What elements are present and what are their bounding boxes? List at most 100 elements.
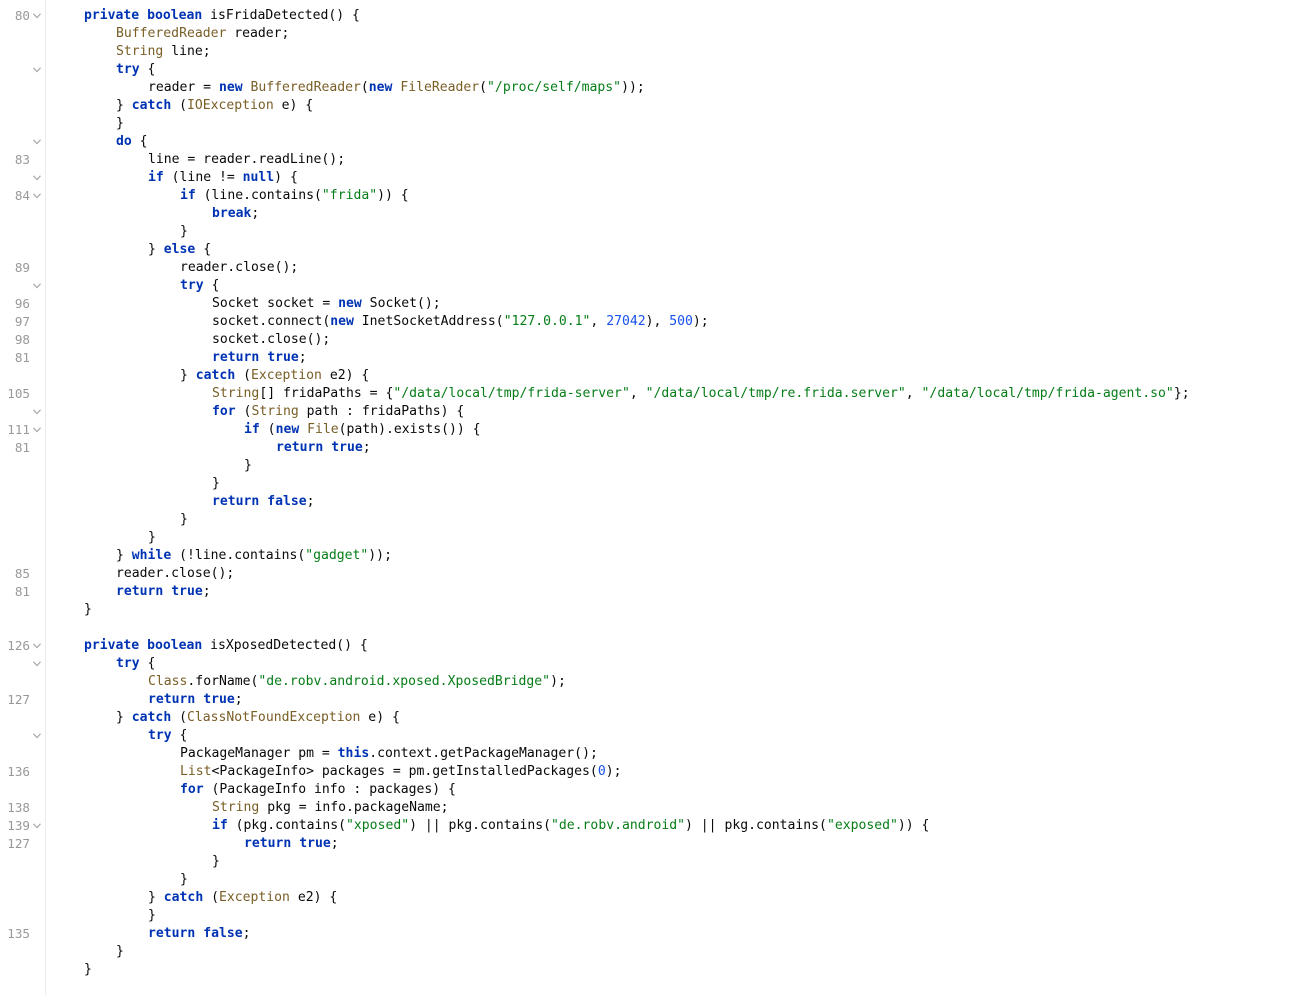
code-line[interactable]: 81 return true; [0, 583, 1290, 601]
code-text: ( [171, 710, 187, 725]
code-line[interactable]: for (String path : fridaPaths) { [0, 403, 1290, 421]
code-line[interactable] [0, 619, 1290, 637]
code-line[interactable]: 81 return true; [0, 349, 1290, 367]
code-line[interactable]: 84 if (line.contains("frida")) { [0, 187, 1290, 205]
keyword-token: if [212, 818, 228, 833]
code-line[interactable]: } [0, 529, 1290, 547]
code-line[interactable]: 139 if (pkg.contains("xposed") || pkg.con… [0, 817, 1290, 835]
code-line[interactable]: } [0, 853, 1290, 871]
code-line[interactable]: } [0, 961, 1290, 979]
code-line[interactable]: try { [0, 655, 1290, 673]
code-line[interactable]: 111 if (new File(path).exists()) { [0, 421, 1290, 439]
code-line[interactable]: do { [0, 133, 1290, 151]
code-line[interactable]: } [0, 907, 1290, 925]
code-line[interactable]: 127 return true; [0, 835, 1290, 853]
keyword-token: new [330, 314, 354, 329]
code-line[interactable]: 80 private boolean isFridaDetected() { [0, 7, 1290, 25]
string-literal: "/data/local/tmp/frida-agent.so" [921, 386, 1174, 401]
code-line[interactable]: } catch (Exception e2) { [0, 367, 1290, 385]
keyword-token: new [338, 296, 362, 311]
code-line[interactable]: 83 line = reader.readLine(); [0, 151, 1290, 169]
code-line[interactable]: 127 return true; [0, 691, 1290, 709]
code-line[interactable]: 85 reader.close(); [0, 565, 1290, 583]
string-literal: "frida" [321, 188, 378, 203]
code-content: Class.forName("de.robv.android.xposed.Xp… [148, 673, 566, 691]
code-text: )); [621, 80, 645, 95]
fold-chevron-icon[interactable] [32, 421, 42, 439]
fold-chevron-icon[interactable] [32, 61, 42, 79]
fold-chevron-icon[interactable] [32, 817, 42, 835]
code-line[interactable]: } [0, 871, 1290, 889]
code-line[interactable]: 89 reader.close(); [0, 259, 1290, 277]
code-line[interactable]: } [0, 475, 1290, 493]
fold-chevron-icon[interactable] [32, 187, 42, 205]
code-line[interactable]: 105 String[] fridaPaths = {"/data/local/t… [0, 385, 1290, 403]
code-line[interactable]: } while (!line.contains("gadget")); [0, 547, 1290, 565]
code-text: line; [163, 44, 211, 59]
fold-chevron-icon[interactable] [32, 277, 42, 295]
line-number: 127 [7, 836, 30, 851]
code-line[interactable]: 97 socket.connect(new InetSocketAddress("… [0, 313, 1290, 331]
type-token: BufferedReader [116, 26, 227, 41]
code-line[interactable]: PackageManager pm = this.context.getPack… [0, 745, 1290, 763]
fold-chevron-icon[interactable] [32, 169, 42, 187]
code-line[interactable]: Class.forName("de.robv.android.xposed.Xp… [0, 673, 1290, 691]
code-line[interactable]: 136 List<PackageInfo> packages = pm.getIn… [0, 763, 1290, 781]
type-token: File [307, 422, 339, 437]
fold-chevron-icon[interactable] [32, 727, 42, 745]
code-line[interactable]: if (line != null) { [0, 169, 1290, 187]
code-line[interactable]: } catch (ClassNotFoundException e) { [0, 709, 1290, 727]
code-content: private boolean isXposedDetected() { [84, 637, 368, 655]
code-line[interactable]: } catch (IOException e) { [0, 97, 1290, 115]
fold-chevron-icon[interactable] [32, 637, 42, 655]
code-text: } [212, 476, 220, 491]
code-line[interactable]: return false; [0, 493, 1290, 511]
fold-chevron-icon[interactable] [32, 403, 42, 421]
code-line[interactable]: break; [0, 205, 1290, 223]
code-line[interactable]: BufferedReader reader; [0, 25, 1290, 43]
code-line[interactable]: reader = new BufferedReader(new FileRead… [0, 79, 1290, 97]
code-line[interactable]: 81 return true; [0, 439, 1290, 457]
code-line[interactable]: } catch (Exception e2) { [0, 889, 1290, 907]
code-line[interactable]: 96 Socket socket = new Socket(); [0, 295, 1290, 313]
code-line[interactable]: 138 String pkg = info.packageName; [0, 799, 1290, 817]
code-editor[interactable]: 80 private boolean isFridaDetected() {Buf… [0, 7, 1290, 979]
code-text: ) { [274, 170, 298, 185]
fold-chevron-icon[interactable] [32, 133, 42, 151]
code-line[interactable]: } [0, 223, 1290, 241]
code-line[interactable]: } [0, 115, 1290, 133]
code-text: e) { [273, 98, 314, 113]
keyword-token: break [212, 206, 252, 221]
code-content: BufferedReader reader; [116, 25, 289, 43]
code-line[interactable]: 135 return false; [0, 925, 1290, 943]
code-line[interactable]: for (PackageInfo info : packages) { [0, 781, 1290, 799]
string-literal: "xposed" [346, 818, 410, 833]
code-text: } [244, 458, 252, 473]
code-line[interactable]: } [0, 943, 1290, 961]
type-token: String [212, 386, 260, 401]
code-text: InetSocketAddress( [353, 314, 504, 329]
code-line[interactable]: } else { [0, 241, 1290, 259]
number-literal: 500 [669, 314, 693, 329]
code-line[interactable]: } [0, 457, 1290, 475]
line-number: 138 [7, 800, 30, 815]
code-line[interactable]: } [0, 511, 1290, 529]
string-literal: "de.robv.android.xposed.XposedBridge" [258, 674, 551, 689]
code-line[interactable]: try { [0, 277, 1290, 295]
code-line[interactable]: 126 private boolean isXposedDetected() { [0, 637, 1290, 655]
code-line[interactable]: try { [0, 61, 1290, 79]
code-text: { [131, 134, 148, 149]
fold-chevron-icon[interactable] [32, 7, 42, 25]
code-text: ( [235, 404, 252, 419]
code-line[interactable]: try { [0, 727, 1290, 745]
fold-chevron-icon[interactable] [32, 655, 42, 673]
keyword-token: return [148, 692, 196, 707]
code-text: ( [203, 890, 219, 905]
code-text: ) || pkg.contains( [685, 818, 827, 833]
code-line[interactable]: } [0, 601, 1290, 619]
code-line[interactable]: String line; [0, 43, 1290, 61]
string-literal: "/data/local/tmp/re.frida.server" [645, 386, 906, 401]
code-content: private boolean isFridaDetected() { [84, 7, 360, 25]
line-number: 111 [7, 422, 30, 437]
code-line[interactable]: 98 socket.close(); [0, 331, 1290, 349]
